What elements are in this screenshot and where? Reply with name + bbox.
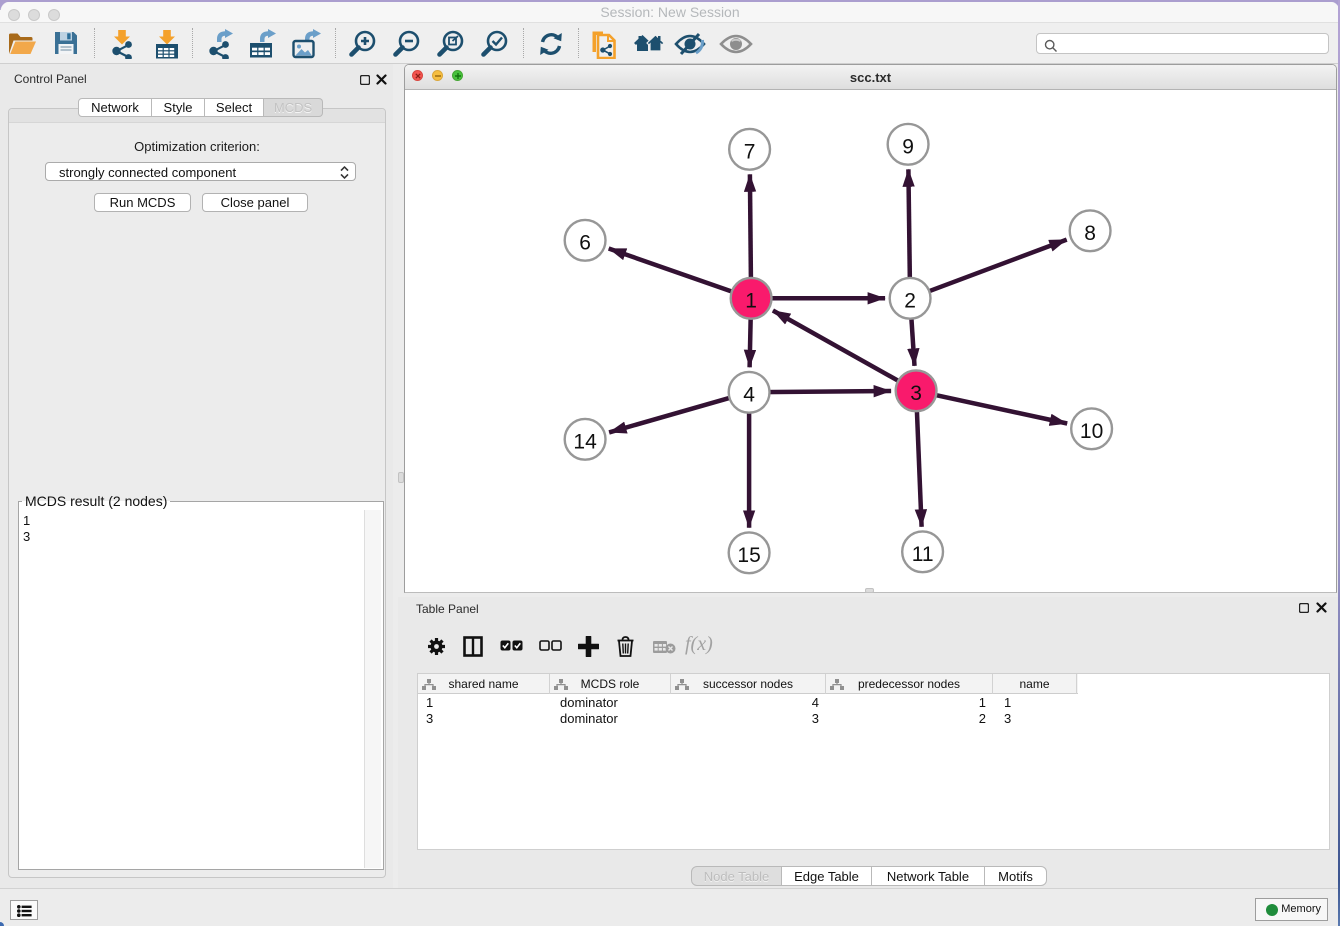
svg-text:14: 14 (573, 430, 597, 453)
svg-text:3: 3 (910, 382, 922, 405)
svg-text:15: 15 (737, 544, 760, 567)
svg-text:2: 2 (904, 289, 916, 312)
svg-text:7: 7 (744, 140, 756, 163)
svg-text:1: 1 (745, 289, 757, 312)
svg-text:11: 11 (912, 543, 934, 566)
svg-text:9: 9 (902, 135, 914, 158)
svg-text:10: 10 (1080, 420, 1103, 443)
svg-text:4: 4 (743, 383, 755, 406)
svg-text:8: 8 (1084, 222, 1096, 245)
svg-text:6: 6 (579, 231, 591, 254)
